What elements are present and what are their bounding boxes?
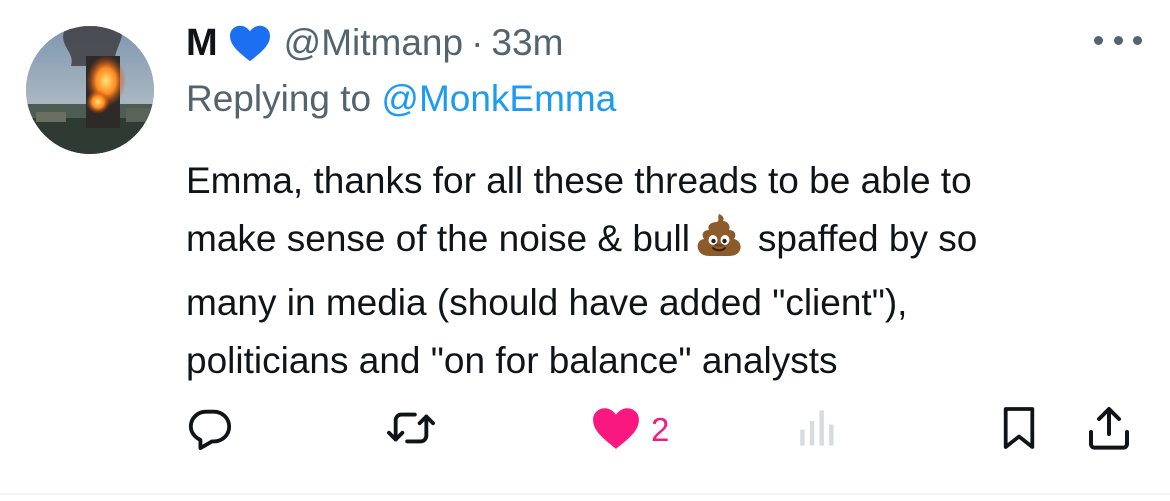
tweet-text-line: politicians and "on for balance" analyst…	[186, 340, 838, 381]
share-icon	[1085, 404, 1133, 457]
views-button[interactable]	[795, 400, 837, 460]
tweet-text-line: many in media (should have added "client…	[186, 282, 908, 323]
action-bar: 2	[0, 400, 1170, 460]
bookmark-button[interactable]	[1000, 400, 1038, 460]
avatar[interactable]	[26, 26, 154, 154]
separator-dot: ·	[471, 22, 484, 63]
reply-button[interactable]	[187, 400, 233, 460]
views-chart-icon	[795, 405, 837, 456]
tweet-text-line: make sense of the noise & bull spaffed b…	[186, 210, 1161, 274]
author-handle[interactable]: @Mitmanp	[284, 22, 463, 64]
retweet-button[interactable]	[385, 400, 437, 460]
reply-icon	[187, 405, 233, 456]
share-button[interactable]	[1085, 400, 1133, 460]
avatar-image	[26, 26, 154, 154]
bookmark-icon	[1000, 404, 1038, 457]
heart-filled-icon	[591, 405, 641, 456]
pile-of-poo-icon	[696, 213, 742, 274]
tweet-text-segment: make sense of the noise & bull	[186, 218, 690, 259]
replying-to: Replying to @MonkEmma	[186, 78, 616, 120]
display-name[interactable]: M	[186, 22, 218, 65]
retweet-icon	[385, 405, 437, 456]
replying-prefix: Replying to	[186, 78, 382, 119]
blue-heart-icon	[228, 23, 272, 63]
timestamp[interactable]: 33m	[491, 22, 563, 64]
tweet-card[interactable]: M @Mitmanp · 33m Replying to @MonkEmma E…	[0, 0, 1170, 495]
like-count: 2	[651, 411, 670, 448]
more-options-icon[interactable]	[1094, 28, 1142, 52]
divider	[0, 493, 1170, 495]
tweet-text-line: Emma, thanks for all these threads to be…	[186, 160, 972, 201]
tweet-text-segment: spaffed by so	[757, 218, 978, 259]
reply-mention-link[interactable]: @MonkEmma	[381, 78, 616, 119]
tweet-text: Emma, thanks for all these threads to be…	[186, 152, 1161, 390]
like-button[interactable]: 2	[591, 400, 669, 460]
tweet-header: M @Mitmanp · 33m	[186, 18, 563, 68]
